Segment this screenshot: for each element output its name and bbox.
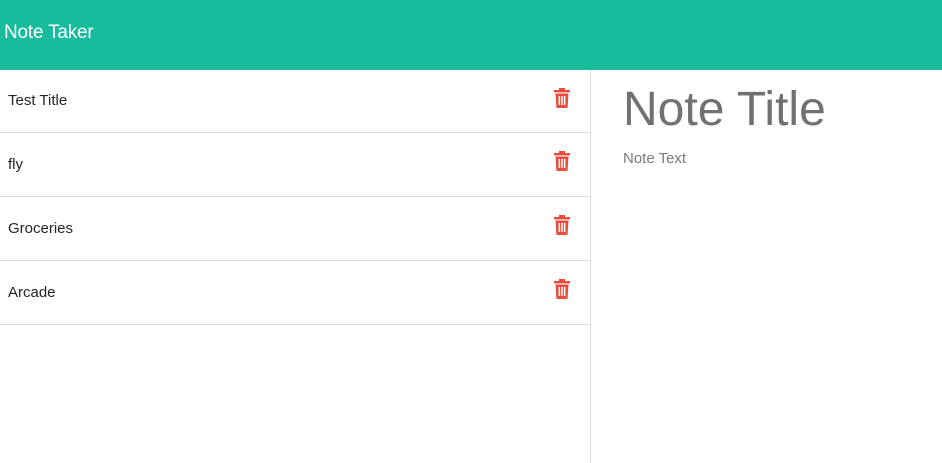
navbar: Note Taker <box>0 0 942 70</box>
list-item[interactable]: Arcade <box>0 260 590 324</box>
app-title[interactable]: Note Taker <box>4 22 94 44</box>
trash-icon[interactable] <box>554 88 570 108</box>
trash-icon[interactable] <box>554 279 570 299</box>
list-item[interactable]: fly <box>0 132 590 196</box>
note-text-input[interactable] <box>623 150 933 430</box>
note-title-input[interactable] <box>623 82 933 137</box>
note-title: fly <box>8 156 23 173</box>
trash-icon[interactable] <box>554 151 570 171</box>
note-title: Arcade <box>8 284 56 301</box>
note-title: Test Title <box>8 92 68 109</box>
trash-icon[interactable] <box>554 215 570 235</box>
note-list-panel: Test Title fly Groceries Arcade <box>0 70 590 463</box>
list-item[interactable]: Test Title <box>0 70 590 132</box>
note-title: Groceries <box>8 220 74 237</box>
note-editor <box>590 70 942 463</box>
note-list: Test Title fly Groceries Arcade <box>0 70 590 325</box>
list-item[interactable]: Groceries <box>0 196 590 260</box>
